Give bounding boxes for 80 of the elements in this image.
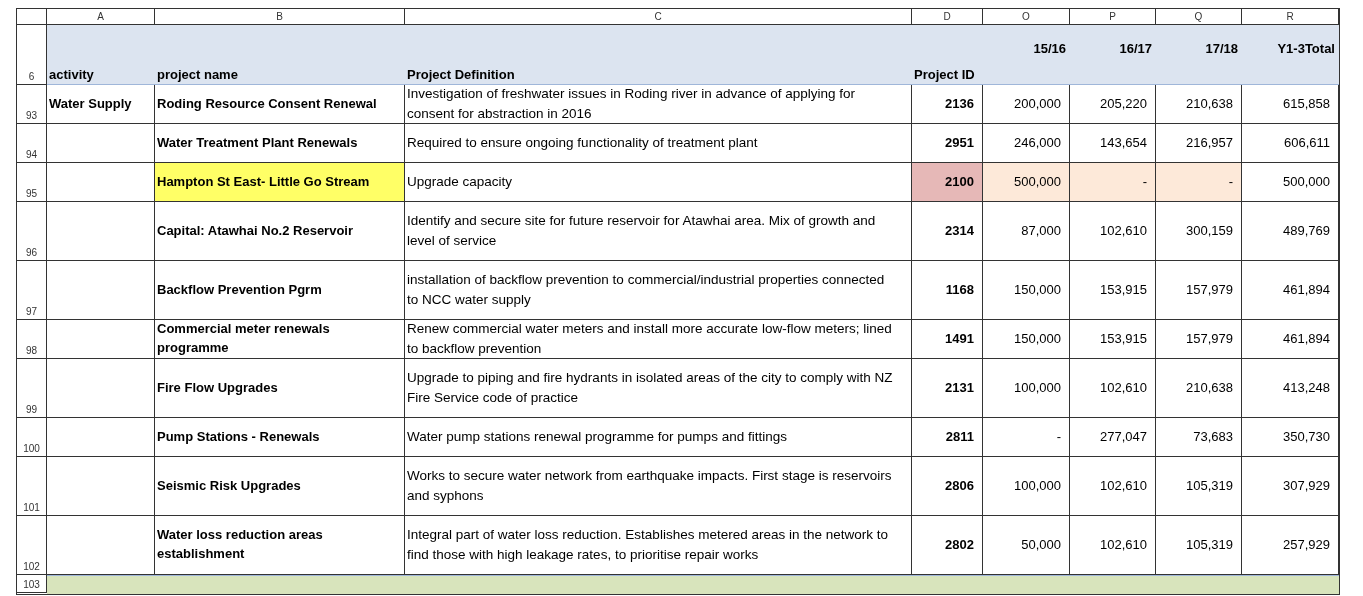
amount-cell: - [1156,163,1242,202]
project-name-cell: Seismic Risk Upgrades [155,457,405,516]
total-cell: 461,894 [1242,320,1339,359]
amount-cell: 300,159 [1156,202,1242,261]
amount-cell: 277,047 [1070,418,1156,457]
project-id-cell: 1168 [912,261,983,320]
amount-cell: 100,000 [983,457,1070,516]
total-cell: 489,769 [1242,202,1339,261]
project-name-cell: Pump Stations - Renewals [155,418,405,457]
amount-cell: 153,915 [1070,320,1156,359]
definition-cell: installation of backflow prevention to commercial/industrial properties connected to NCC water supply [405,261,912,320]
column-heading: 17/18 [1156,25,1242,85]
amount-cell: 210,638 [1156,359,1242,418]
amount-cell: 153,915 [1070,261,1156,320]
column-heading: Y1-3Total [1242,25,1339,85]
project-name-cell: Fire Flow Upgrades [155,359,405,418]
total-cell: 606,611 [1242,124,1339,163]
project-id-cell: 2314 [912,202,983,261]
project-name-cell: Backflow Prevention Pgrm [155,261,405,320]
project-name-cell: Roding Resource Consent Renewal [155,85,405,124]
amount-cell: 143,654 [1070,124,1156,163]
definition-cell: Water pump stations renewal programme for pumps and fittings [405,418,912,457]
column-heading: 15/16 [983,25,1070,85]
project-id-cell: 2100 [912,163,983,202]
column-heading: project name [155,25,405,85]
total-cell: 350,730 [1242,418,1339,457]
definition-cell: Investigation of freshwater issues in Roding river in advance of applying for consent for abstraction in 2016 [405,85,912,124]
project-id-cell: 2951 [912,124,983,163]
column-heading: 16/17 [1070,25,1156,85]
definition-cell: Required to ensure ongoing functionality of treatment plant [405,124,912,163]
project-id-cell: 1491 [912,320,983,359]
definition-cell: Upgrade to piping and fire hydrants in isolated areas of the city to comply with NZ Fire Service code of practice [405,359,912,418]
amount-cell: 157,979 [1156,261,1242,320]
amount-cell: 100,000 [983,359,1070,418]
definition-cell: Renew commercial water meters and install more accurate low-flow meters; lined to backflow prevention [405,320,912,359]
amount-cell: 102,610 [1070,202,1156,261]
project-id-cell: 2131 [912,359,983,418]
amount-cell: 102,610 [1070,457,1156,516]
amount-cell: 50,000 [983,516,1070,575]
project-id-cell: 2802 [912,516,983,575]
amount-cell: 150,000 [983,320,1070,359]
amount-cell: 210,638 [1156,85,1242,124]
total-cell: 500,000 [1242,163,1339,202]
amount-cell: 157,979 [1156,320,1242,359]
project-name-cell: Capital: Atawhai No.2 Reservoir [155,202,405,261]
definition-cell: Upgrade capacity [405,163,912,202]
project-name-cell: Water loss reduction areas establishment [155,516,405,575]
total-cell: 461,894 [1242,261,1339,320]
total-cell: 257,929 [1242,516,1339,575]
project-name-cell: Commercial meter renewals programme [155,320,405,359]
amount-cell: 105,319 [1156,457,1242,516]
amount-cell: 205,220 [1070,85,1156,124]
column-heading: Project Definition [405,25,912,85]
column-heading: activity [47,25,155,85]
project-id-cell: 2806 [912,457,983,516]
amount-cell: 73,683 [1156,418,1242,457]
amount-cell: 200,000 [983,85,1070,124]
column-heading: Project ID [912,25,983,85]
project-name-cell: Hampton St East- Little Go Stream [155,163,405,202]
definition-cell: Integral part of water loss reduction. Establishes metered areas in the network to find those with high leakage rates, to prioritise repair works [405,516,912,575]
project-id-cell: 2136 [912,85,983,124]
amount-cell: - [1070,163,1156,202]
definition-cell: Works to secure water network from earthquake impacts. First stage is reservoirs and syphons [405,457,912,516]
amount-cell: 150,000 [983,261,1070,320]
total-cell: 413,248 [1242,359,1339,418]
total-cell: 307,929 [1242,457,1339,516]
amount-cell: - [983,418,1070,457]
activity-cell: Water Supply [47,85,155,124]
amount-cell: 216,957 [1156,124,1242,163]
amount-cell: 246,000 [983,124,1070,163]
total-cell: 615,858 [1242,85,1339,124]
amount-cell: 102,610 [1070,359,1156,418]
corner-cell[interactable] [17,9,47,25]
definition-cell: Identify and secure site for future reservoir for Atawhai area. Mix of growth and level of service [405,202,912,261]
project-id-cell: 2811 [912,418,983,457]
amount-cell: 105,319 [1156,516,1242,575]
amount-cell: 87,000 [983,202,1070,261]
amount-cell: 102,610 [1070,516,1156,575]
project-name-cell: Water Treatment Plant Renewals [155,124,405,163]
amount-cell: 500,000 [983,163,1070,202]
